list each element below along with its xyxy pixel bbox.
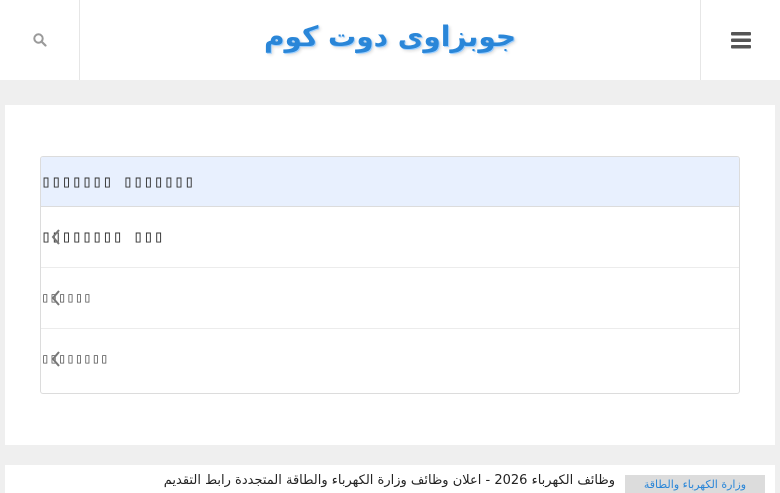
menu-button[interactable] <box>700 0 780 80</box>
chevron-left-icon <box>51 290 60 306</box>
search-button[interactable] <box>0 0 80 80</box>
search-icon <box>32 33 47 47</box>
chevron-left-icon <box>51 351 60 367</box>
category-list-card: ▯▯▯▯▯▯▯ ▯▯▯▯▯▯▯ ▯▯▯ ▯▯▯▯▯▯▯▯ ▯▯▯▯▯▯ ▯▯▯▯… <box>40 156 740 394</box>
list-item-label: ▯▯▯▯▯▯ <box>41 290 92 306</box>
site-logo[interactable]: جوبزاوى دوت كوم <box>250 14 530 58</box>
list-item[interactable]: ▯▯▯▯▯▯▯▯ <box>41 329 739 389</box>
content-panel: ▯▯▯▯▯▯▯ ▯▯▯▯▯▯▯ ▯▯▯ ▯▯▯▯▯▯▯▯ ▯▯▯▯▯▯ ▯▯▯▯… <box>5 105 775 445</box>
list-item[interactable]: ▯▯▯ ▯▯▯▯▯▯▯▯ <box>41 207 739 268</box>
card-title: ▯▯▯▯▯▯▯ ▯▯▯▯▯▯▯ <box>41 157 739 207</box>
list-item[interactable]: ▯▯▯▯▯▯ <box>41 268 739 329</box>
category-tag[interactable]: وزارة الكهرباء والطاقة <box>625 475 765 493</box>
hamburger-menu-icon <box>730 32 751 49</box>
news-ticker: وزارة الكهرباء والطاقة وظائف الكهرباء 20… <box>5 465 775 493</box>
chevron-left-icon <box>51 229 60 245</box>
top-header: جوبزاوى دوت كوم <box>0 0 780 80</box>
news-headline-link[interactable]: وظائف الكهرباء 2026 - اعلان وظائف وزارة … <box>105 473 615 493</box>
